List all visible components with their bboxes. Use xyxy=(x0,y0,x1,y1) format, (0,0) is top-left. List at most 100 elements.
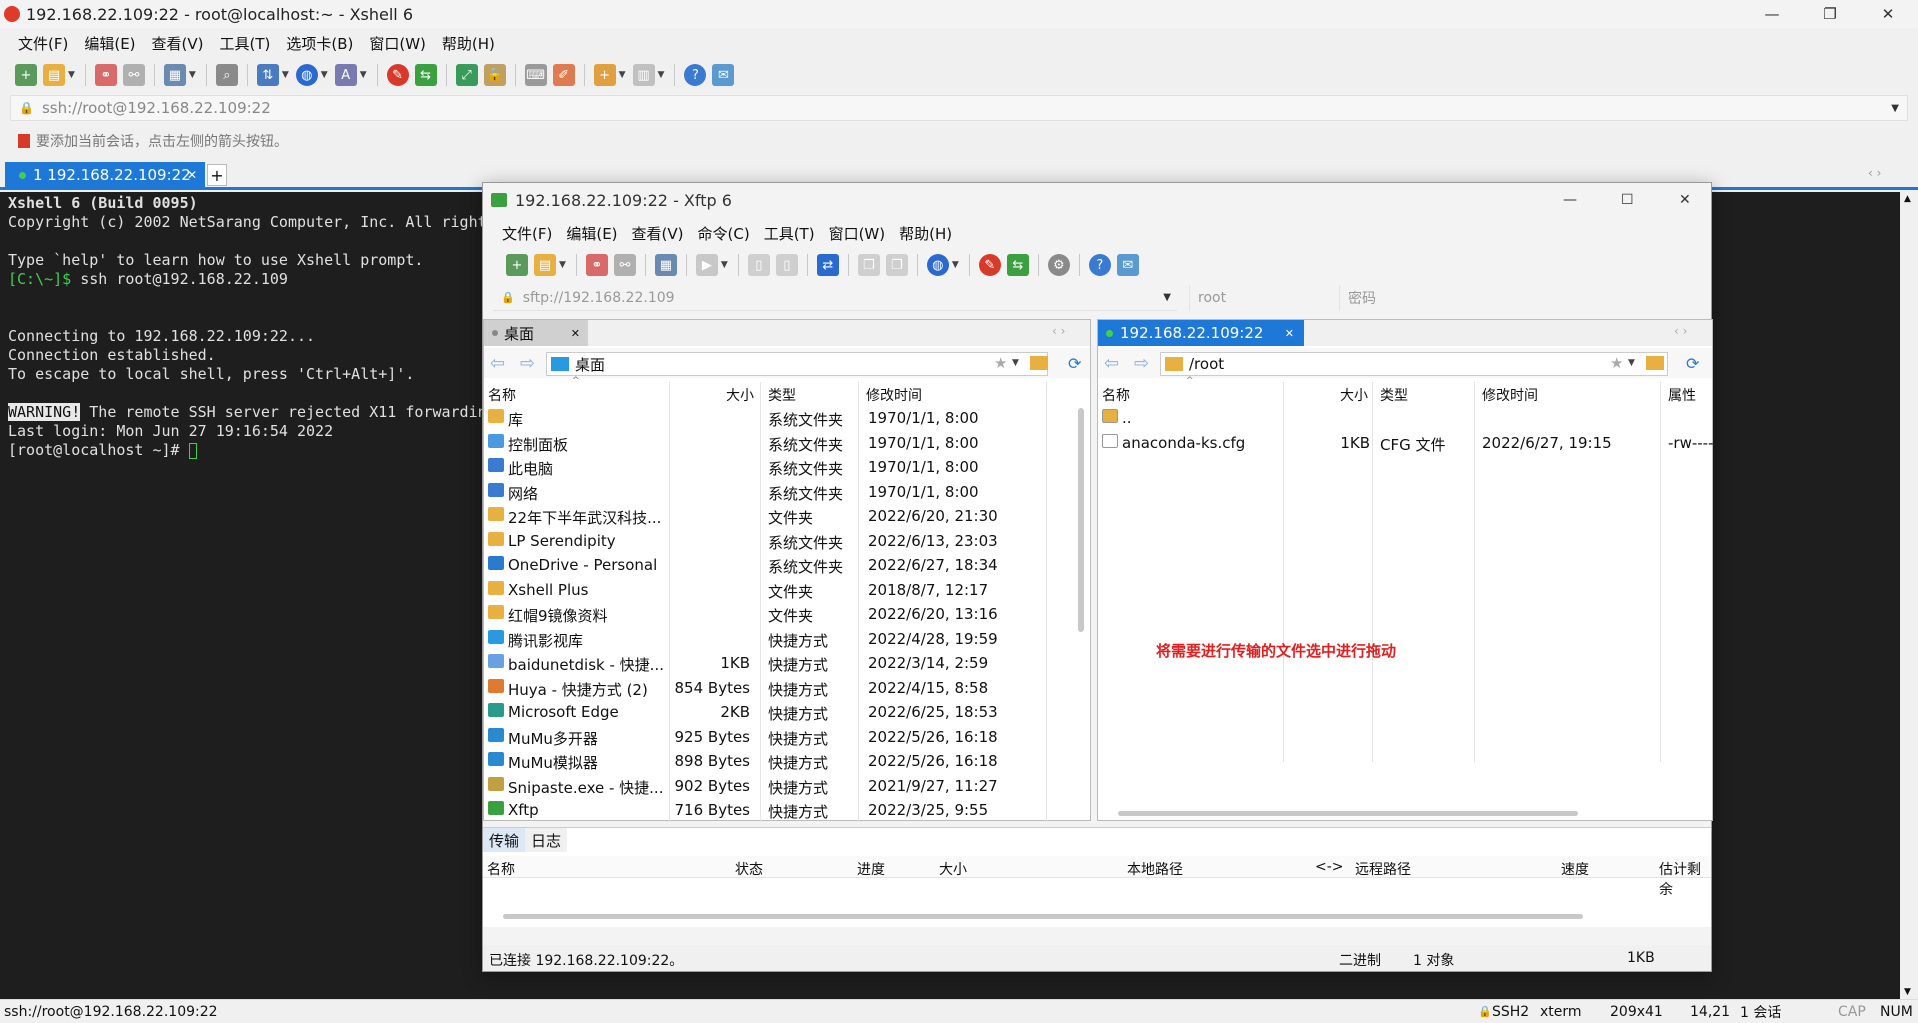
col-direction[interactable]: <-> xyxy=(1315,859,1344,875)
menu-tabs[interactable]: 选项卡(B) xyxy=(278,33,361,54)
forward-icon[interactable]: ⇨ xyxy=(520,353,535,374)
table-row[interactable]: OneDrive - Personal 系统文件夹 2022/6/27, 18:34 xyxy=(484,553,1090,577)
username-input[interactable]: root xyxy=(1189,285,1337,311)
chevron-down-icon[interactable]: ▼ xyxy=(658,70,665,80)
terminal-scrollbar[interactable]: ▲ ▼ xyxy=(1900,192,1918,999)
refresh-icon[interactable]: ⟳ xyxy=(1068,354,1081,373)
transfer-tab[interactable]: 传输 xyxy=(483,828,526,852)
lock-icon[interactable]: 🔒 xyxy=(483,64,506,86)
tab-scroll-icon[interactable]: ‹ › xyxy=(1868,166,1881,180)
col-local-path[interactable]: 本地路径 xyxy=(1127,859,1183,879)
transfer-icon[interactable]: ⇅ xyxy=(256,64,279,86)
table-row[interactable]: Snipaste.exe - 快捷... 902 Bytes 快捷方式 2021/9/… xyxy=(484,774,1090,798)
open-folder-icon[interactable]: ▤ xyxy=(534,254,556,276)
menu-tools[interactable]: 工具(T) xyxy=(757,223,822,244)
restore-button[interactable]: ❐ xyxy=(1802,0,1858,28)
col-size[interactable]: 大小 xyxy=(1340,385,1368,405)
col-modified[interactable]: 修改时间 xyxy=(1482,385,1538,405)
chevron-down-icon[interactable]: ▼ xyxy=(1628,358,1635,368)
home-folder-icon[interactable] xyxy=(1030,356,1048,370)
chevron-down-icon[interactable]: ▼ xyxy=(189,70,196,80)
table-row[interactable]: MuMu多开器 925 Bytes 快捷方式 2022/5/26, 16:18 xyxy=(484,725,1090,749)
table-row[interactable]: LP Serendipity 系统文件夹 2022/6/13, 23:03 xyxy=(484,529,1090,553)
chevron-down-icon[interactable]: ▼ xyxy=(321,70,328,80)
col-name[interactable]: 名称 xyxy=(488,385,516,405)
new-session-icon[interactable]: + xyxy=(15,64,37,86)
gear-icon[interactable]: ⚙ xyxy=(1047,254,1070,276)
help-icon[interactable]: ? xyxy=(1088,254,1111,276)
col-status[interactable]: 状态 xyxy=(735,859,763,879)
col-size[interactable]: 大小 xyxy=(726,385,754,405)
table-row[interactable]: MuMu模拟器 898 Bytes 快捷方式 2022/5/26, 16:18 xyxy=(484,749,1090,773)
search-icon[interactable]: ⌕ xyxy=(215,64,238,86)
paste-icon[interactable]: ❐ xyxy=(885,254,908,276)
file-copy-icon[interactable]: ▯ xyxy=(775,254,798,276)
address-bar[interactable]: 🔒 ssh://root@192.168.22.109:22 ▼ xyxy=(10,95,1908,121)
xshell-icon[interactable]: ✎ xyxy=(978,254,1001,276)
chevron-down-icon[interactable]: ▼ xyxy=(952,260,959,270)
menu-view[interactable]: 查看(V) xyxy=(144,33,212,54)
col-size[interactable]: 大小 xyxy=(939,859,967,879)
menu-view[interactable]: 查看(V) xyxy=(625,223,691,244)
sync-icon[interactable]: ⇄ xyxy=(816,254,839,276)
disconnect-icon[interactable]: ⚯ xyxy=(613,254,636,276)
table-row[interactable]: 此电脑 系统文件夹 1970/1/1, 8:00 xyxy=(484,455,1090,479)
menu-help[interactable]: 帮助(H) xyxy=(434,33,503,54)
password-input[interactable]: 密码 xyxy=(1339,285,1703,311)
chat-icon[interactable]: ✉ xyxy=(712,64,735,86)
menu-window[interactable]: 窗口(W) xyxy=(822,223,893,244)
table-row[interactable]: 腾讯影视库 快捷方式 2022/4/28, 19:59 xyxy=(484,627,1090,651)
open-folder-icon[interactable]: ▤ xyxy=(43,64,65,86)
table-row[interactable]: .. xyxy=(1098,406,1712,430)
remote-path-input[interactable]: /root ▼ xyxy=(1160,352,1668,376)
close-icon[interactable]: ✕ xyxy=(187,168,197,182)
properties-icon[interactable]: ▦ xyxy=(654,254,677,276)
scroll-up-icon[interactable]: ▲ xyxy=(1904,194,1911,204)
table-row[interactable]: 网络 系统文件夹 1970/1/1, 8:00 xyxy=(484,480,1090,504)
font-icon[interactable]: A xyxy=(334,64,357,86)
menu-file[interactable]: 文件(F) xyxy=(10,33,76,54)
sftp-address-input[interactable]: 🔒 sftp://192.168.22.109 ▼ xyxy=(493,285,1177,311)
table-row[interactable]: Microsoft Edge 2KB 快捷方式 2022/6/25, 18:53 xyxy=(484,700,1090,724)
minimize-button[interactable]: — xyxy=(1744,0,1800,28)
minimize-button[interactable]: — xyxy=(1563,192,1577,208)
col-name[interactable]: 名称 xyxy=(1102,385,1130,405)
menu-command[interactable]: 命令(C) xyxy=(691,223,757,244)
remote-hscrollbar[interactable] xyxy=(1118,811,1578,816)
play-icon[interactable]: ▶ xyxy=(695,254,718,276)
chevron-down-icon[interactable]: ▼ xyxy=(68,70,75,80)
new-session-icon[interactable]: + xyxy=(506,254,528,276)
xftp-icon[interactable]: ⇆ xyxy=(1006,254,1029,276)
scroll-down-icon[interactable]: ▼ xyxy=(1904,987,1911,997)
log-tab[interactable]: 日志 xyxy=(525,828,568,852)
col-attributes[interactable]: 属性 xyxy=(1668,385,1696,405)
menu-edit[interactable]: 编辑(E) xyxy=(559,223,624,244)
chevron-down-icon[interactable]: ▼ xyxy=(1012,358,1019,368)
chevron-down-icon[interactable]: ▼ xyxy=(1163,292,1171,303)
connect-icon[interactable]: ⚭ xyxy=(94,64,117,86)
table-row[interactable]: 库 系统文件夹 1970/1/1, 8:00 xyxy=(484,406,1090,430)
globe-icon[interactable]: ◍ xyxy=(926,254,949,276)
col-remote-path[interactable]: 远程路径 xyxy=(1355,859,1411,879)
col-eta[interactable]: 估计剩余 xyxy=(1659,859,1711,899)
help-icon[interactable]: ? xyxy=(684,64,707,86)
chevron-down-icon[interactable]: ▼ xyxy=(619,70,626,80)
chevron-down-icon[interactable]: ▼ xyxy=(1891,103,1899,114)
col-type[interactable]: 类型 xyxy=(1380,385,1408,405)
add-tab-button[interactable]: + xyxy=(207,164,227,186)
local-tab[interactable]: 桌面 ✕ xyxy=(484,320,588,346)
xshell-icon[interactable]: ✎ xyxy=(386,64,409,86)
menu-edit[interactable]: 编辑(E) xyxy=(76,33,143,54)
table-row[interactable]: 控制面板 系统文件夹 1970/1/1, 8:00 xyxy=(484,431,1090,455)
chevron-down-icon[interactable]: ▼ xyxy=(721,260,728,270)
back-icon[interactable]: ⇦ xyxy=(1104,353,1119,374)
forward-icon[interactable]: ⇨ xyxy=(1134,353,1149,374)
refresh-icon[interactable]: ⟳ xyxy=(1686,354,1699,373)
col-modified[interactable]: 修改时间 xyxy=(866,385,922,405)
copy-icon[interactable]: ❐ xyxy=(857,254,880,276)
tab-scroll-icon[interactable]: ‹ › xyxy=(1674,324,1687,338)
session-tab[interactable]: 1 192.168.22.109:22 ✕ xyxy=(5,162,205,188)
chevron-down-icon[interactable]: ▼ xyxy=(559,260,566,270)
table-row[interactable]: 22年下半年武汉科技... 文件夹 2022/6/20, 21:30 xyxy=(484,504,1090,528)
table-row[interactable]: baidunetdisk - 快捷... 1KB 快捷方式 2022/3/14, 2:… xyxy=(484,651,1090,675)
